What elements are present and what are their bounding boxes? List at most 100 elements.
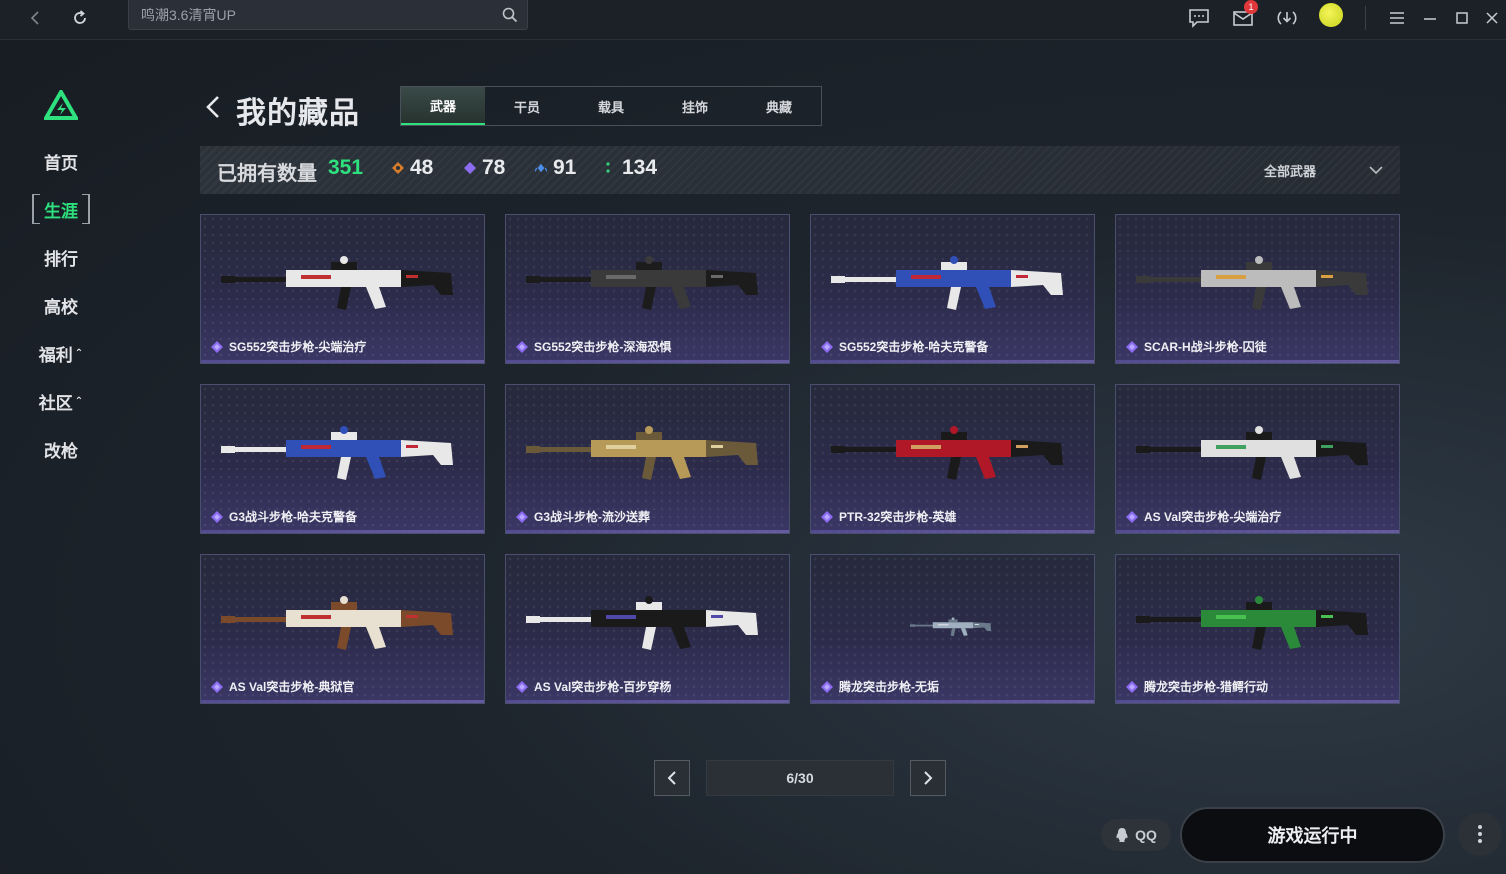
maximize-icon[interactable] (1448, 4, 1476, 32)
sidebar-item-label: 高校 (44, 297, 78, 317)
back-arrow-icon[interactable] (22, 4, 50, 32)
sidebar-item[interactable]: 改枪 (32, 434, 90, 464)
rarity-gem-icon (516, 340, 528, 353)
weapon-card[interactable]: SG552突击步枪-尖端治疗 (200, 214, 485, 364)
rarity-gem-icon (1126, 510, 1138, 523)
weapon-card[interactable]: 腾龙突击步枪-猎鳄行动 (1115, 554, 1400, 704)
app-logo-icon[interactable] (44, 90, 78, 120)
weapon-card[interactable]: G3战斗步枪-流沙送葬 (505, 384, 790, 534)
weapon-name: 腾龙突击步枪-猎鳄行动 (1126, 678, 1268, 695)
weapon-name: SG552突击步枪-深海恐惧 (516, 338, 671, 355)
rarity-gem-icon (211, 340, 223, 353)
weapon-image (1136, 256, 1368, 310)
stats-bar: 已拥有数量 351 48 78 91 134 全部武器 (200, 146, 1400, 194)
rarity-count-value: 48 (410, 156, 434, 179)
close-icon[interactable] (1478, 4, 1506, 32)
download-icon[interactable] (1273, 4, 1301, 32)
weapon-name: SG552突击步枪-尖端治疗 (211, 338, 366, 355)
sidebar-item-label: 福利 (38, 345, 73, 365)
tab[interactable]: 干员 (485, 87, 569, 125)
tab[interactable]: 武器 (401, 87, 485, 125)
weapon-name-label: SG552突击步枪-深海恐惧 (534, 340, 672, 354)
tab[interactable]: 挂饰 (653, 87, 737, 125)
tab[interactable]: 典藏 (737, 87, 821, 125)
sidebar-item-label: 社区 (38, 393, 73, 413)
weapon-name: AS Val突击步枪-典狱官 (211, 678, 354, 695)
sidebar-item-label: 排行 (44, 249, 78, 269)
weapon-image (526, 426, 758, 480)
sidebar-item[interactable]: 首页 (32, 146, 90, 176)
category-tabs: 武器 干员 载具 挂饰 典藏 (400, 86, 822, 126)
rarity-gem-icon (821, 680, 833, 693)
weapon-image (526, 256, 758, 310)
next-page-button[interactable] (910, 760, 946, 796)
rarity-count-blue: 91 (535, 156, 576, 180)
title-bar: 1 (0, 0, 1506, 40)
weapon-image (1136, 596, 1368, 650)
weapon-name-label: AS Val突击步枪-尖端治疗 (1144, 510, 1282, 524)
weapon-card[interactable]: AS Val突击步枪-尖端治疗 (1115, 384, 1400, 534)
more-vertical-icon (1478, 825, 1482, 843)
blue-gem-icon (535, 163, 547, 173)
weapon-image (910, 617, 992, 637)
weapon-name-label: AS Val突击步枪-典狱官 (229, 680, 355, 694)
sidebar-item-label: 首页 (44, 153, 78, 173)
weapon-card[interactable]: PTR-32突击步枪-英雄 (810, 384, 1095, 534)
weapon-card[interactable]: SCAR-H战斗步枪-囚徒 (1115, 214, 1400, 364)
qq-penguin-icon (1116, 828, 1128, 842)
weapon-card[interactable]: AS Val突击步枪-百步穿杨 (505, 554, 790, 704)
sidebar-item-label: 改枪 (44, 441, 78, 461)
sidebar-item[interactable]: 生涯 (32, 194, 90, 224)
rarity-gem-icon (211, 680, 223, 693)
sidebar-item[interactable]: 社区 ⌃ (32, 386, 90, 416)
weapon-name: AS Val突击步枪-百步穿杨 (516, 678, 671, 695)
refresh-icon[interactable] (66, 4, 94, 32)
collection-grid: SG552突击步枪-尖端治疗 SG552突击步枪-深海恐惧 SG552突击步枪-哈夫… (200, 214, 1400, 704)
weapon-image (221, 256, 453, 310)
chevron-down-icon[interactable] (1366, 160, 1386, 180)
weapon-name-label: PTR-32突击步枪-英雄 (839, 510, 957, 524)
rarity-gem-icon (516, 680, 528, 693)
sidebar-item[interactable]: 福利 ⌃ (32, 338, 90, 368)
launch-game-button[interactable]: 游戏运行中 (1180, 807, 1445, 863)
search-box[interactable] (128, 0, 528, 30)
weapon-name: G3战斗步枪-流沙送葬 (516, 508, 650, 525)
prev-page-button[interactable] (654, 760, 690, 796)
rarity-count-purple: 78 (464, 156, 505, 180)
sidebar-item[interactable]: 排行 (32, 242, 90, 272)
rarity-gem-icon (821, 340, 833, 353)
weapon-name: AS Val突击步枪-尖端治疗 (1126, 508, 1281, 525)
search-icon[interactable] (501, 6, 519, 24)
weapon-card[interactable]: AS Val突击步枪-典狱官 (200, 554, 485, 704)
purple-gem-icon (464, 162, 476, 174)
search-input[interactable] (141, 5, 501, 25)
menu-icon[interactable] (1383, 4, 1411, 32)
weapon-name-label: AS Val突击步枪-百步穿杨 (534, 680, 672, 694)
avatar[interactable] (1319, 3, 1343, 27)
minimize-icon[interactable] (1416, 4, 1444, 32)
weapon-card[interactable]: G3战斗步枪-哈夫克警备 (200, 384, 485, 534)
qq-button[interactable]: QQ (1101, 819, 1171, 851)
sidebar-item-label: 生涯 (44, 201, 78, 221)
divider (1365, 6, 1366, 30)
chevron-left-icon (667, 771, 676, 785)
more-options-button[interactable] (1458, 812, 1502, 856)
weapon-card[interactable]: 腾龙突击步枪-无垢 (810, 554, 1095, 704)
weapon-card[interactable]: SG552突击步枪-哈夫克警备 (810, 214, 1095, 364)
page-indicator: 6/30 (706, 760, 894, 796)
weapon-card[interactable]: SG552突击步枪-深海恐惧 (505, 214, 790, 364)
rarity-gem-icon (516, 510, 528, 523)
weapon-name-label: SCAR-H战斗步枪-囚徒 (1144, 340, 1267, 354)
rarity-count-orange: 48 (392, 156, 433, 180)
green-dots-icon (606, 162, 610, 173)
back-button-icon[interactable] (202, 94, 224, 120)
chat-icon[interactable] (1185, 4, 1213, 32)
rarity-gem-icon (1126, 680, 1138, 693)
tab[interactable]: 载具 (569, 87, 653, 125)
sidebar-item[interactable]: 高校 (32, 290, 90, 320)
rarity-gem-icon (211, 510, 223, 523)
rarity-count-value: 78 (482, 156, 506, 179)
weapon-image (221, 596, 453, 650)
weapon-filter-dropdown[interactable]: 全部武器 (1264, 161, 1316, 180)
qq-label: QQ (1135, 827, 1157, 843)
